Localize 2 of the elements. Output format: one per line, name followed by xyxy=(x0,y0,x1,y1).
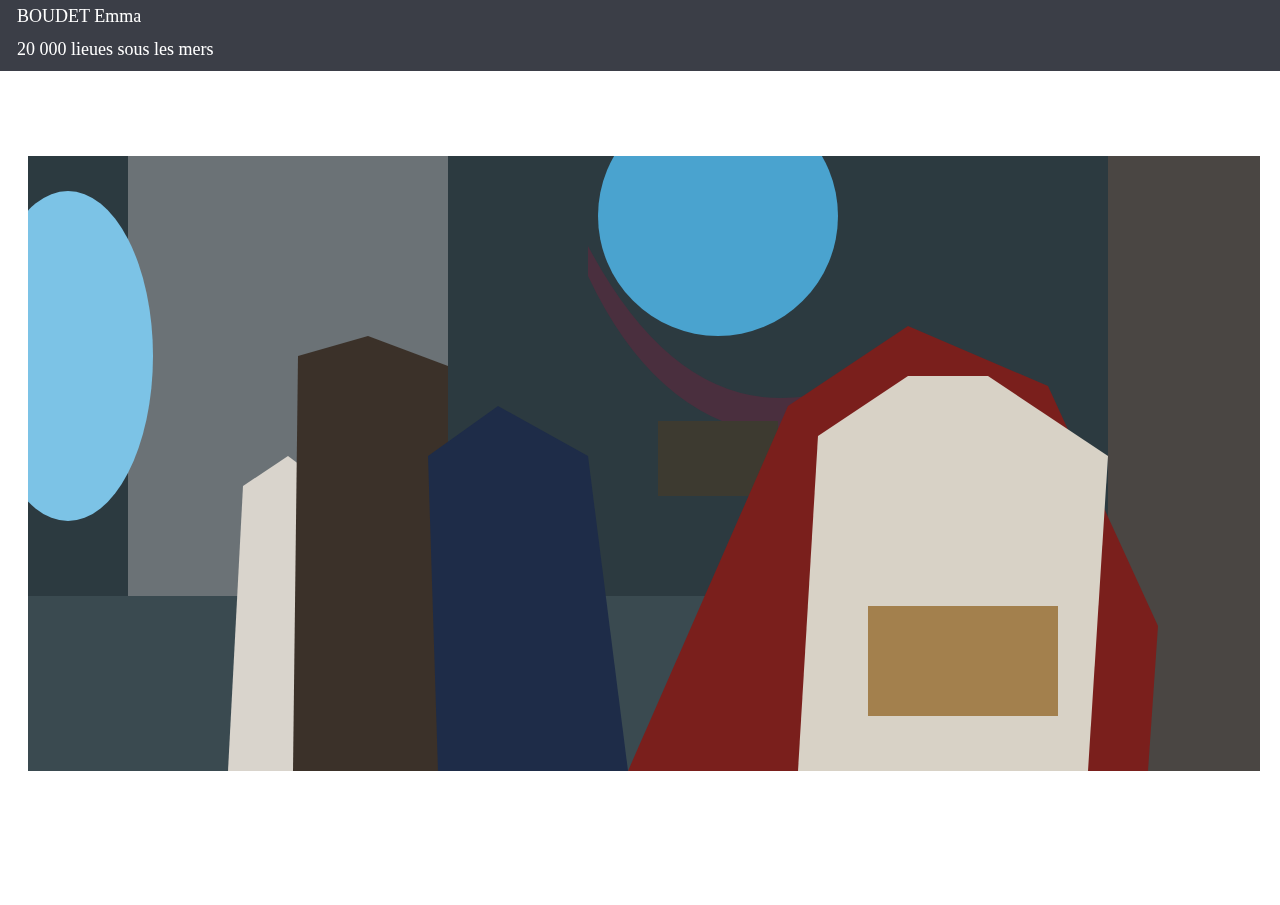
author-name: BOUDET Emma xyxy=(17,5,143,27)
page-title: 20 000 lieues sous les mers xyxy=(17,38,215,60)
